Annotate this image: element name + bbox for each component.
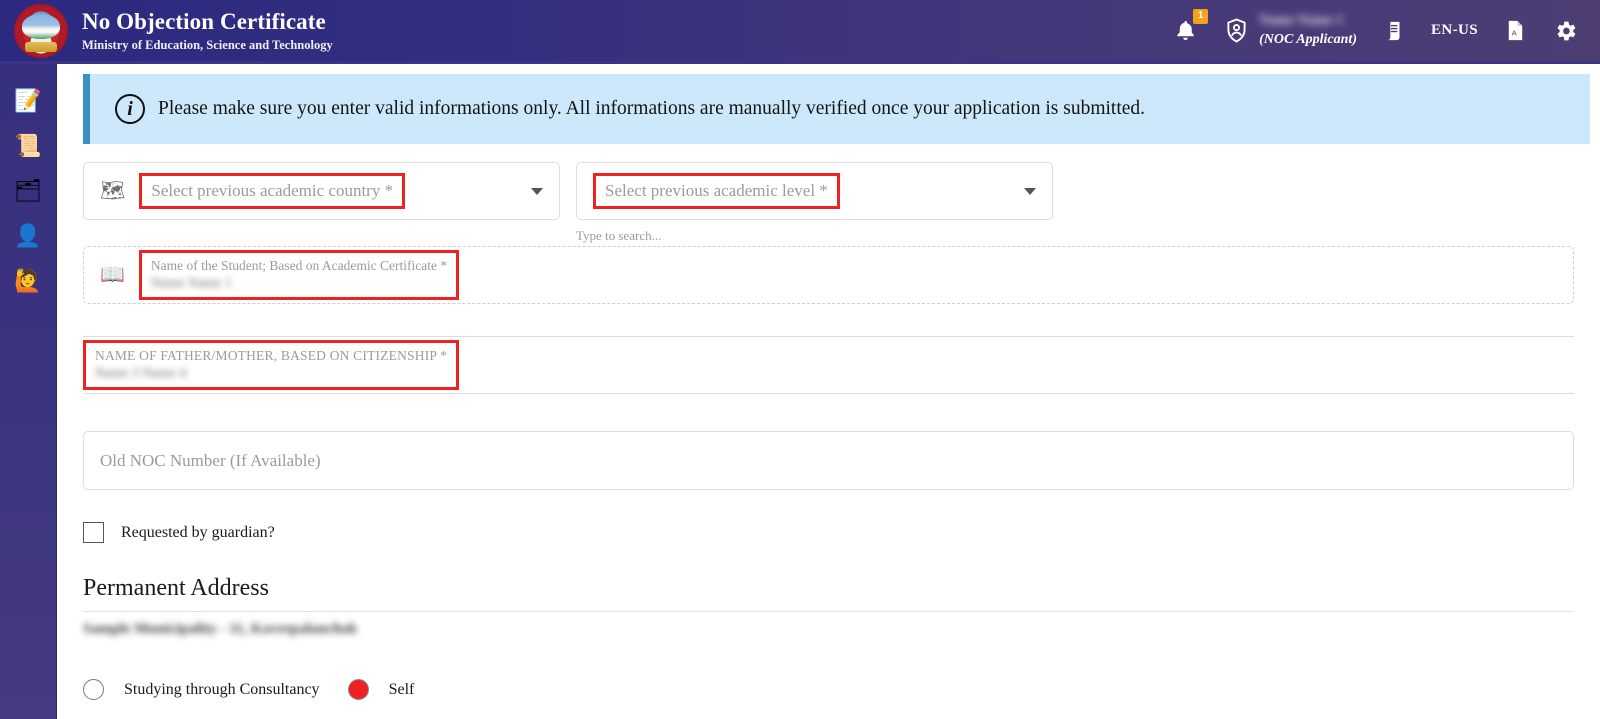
pdf-download-button[interactable]: A xyxy=(1504,18,1527,43)
chevron-down-icon xyxy=(531,187,543,195)
old-noc-placeholder: Old NOC Number (If Available) xyxy=(100,450,321,470)
student-name-field[interactable]: 📖 Name of the Student; Based on Academic… xyxy=(83,246,1574,304)
student-name-highlight: Name of the Student; Based on Academic C… xyxy=(138,250,460,300)
user-identity: Name Name 1 (NOC Applicant) xyxy=(1259,13,1357,47)
sidebar-item-profile[interactable]: 👤 xyxy=(14,225,41,247)
settings-button[interactable] xyxy=(1553,18,1578,44)
sidebar-item-certificates[interactable]: 📜 xyxy=(14,135,41,157)
info-icon: i xyxy=(115,94,145,124)
sidebar-item-documents[interactable]: 🗂 xyxy=(14,180,42,202)
radio-consultancy[interactable] xyxy=(83,679,104,700)
permanent-address-value: Sample Municipality - 11, Kavrepalanchok xyxy=(83,621,358,637)
student-name-label: Name of the Student; Based on Academic C… xyxy=(150,258,448,273)
country-placeholder: Select previous academic country * xyxy=(151,181,394,200)
study-mode-radio-group: Studying through Consultancy Self xyxy=(57,679,1600,700)
parent-name-row: NAME OF FATHER/MOTHER, BASED ON CITIZENS… xyxy=(57,336,1600,394)
guardian-checkbox-label: Requested by guardian? xyxy=(121,523,275,541)
chevron-down-icon xyxy=(1024,187,1036,195)
radio-self[interactable] xyxy=(347,679,369,700)
gear-icon xyxy=(1557,21,1576,40)
divider xyxy=(83,611,1574,612)
level-highlight: Select previous academic level * xyxy=(593,173,840,209)
header-actions: 1 Name Name 1 (NOC Applicant) EN-US A xyxy=(1174,9,1582,47)
user-name: Name Name 1 xyxy=(1259,13,1344,29)
language-selector[interactable]: EN-US xyxy=(1431,22,1478,39)
map-icon: 🗺 xyxy=(100,180,126,202)
parent-name-highlight: NAME OF FATHER/MOTHER, BASED ON CITIZENS… xyxy=(83,340,460,390)
guardian-checkbox-row[interactable]: Requested by guardian? xyxy=(57,522,1600,543)
info-banner-message: Please make sure you enter valid informa… xyxy=(158,98,1146,119)
notification-badge: 1 xyxy=(1193,9,1209,24)
brand: No Objection Certificate Ministry of Edu… xyxy=(14,3,333,58)
user-role: (NOC Applicant) xyxy=(1259,31,1357,47)
page-title: No Objection Certificate xyxy=(82,8,326,34)
level-helper-text: Type to search... xyxy=(576,228,662,243)
guardian-checkbox[interactable] xyxy=(83,522,104,543)
parent-name-value: Name 3 Name 4 xyxy=(95,366,187,381)
pdf-file-icon: A xyxy=(1508,20,1523,41)
documents-button[interactable] xyxy=(1383,19,1405,43)
parent-name-label: NAME OF FATHER/MOTHER, BASED ON CITIZENS… xyxy=(95,348,448,363)
student-name-value: Name Name 1 xyxy=(150,276,232,291)
previous-academic-level-select[interactable]: Select previous academic level * xyxy=(576,162,1053,220)
radio-self-label: Self xyxy=(388,680,415,698)
shield-user-icon xyxy=(1227,18,1246,43)
brand-text: No Objection Certificate Ministry of Edu… xyxy=(82,9,333,53)
permanent-address-title: Permanent Address xyxy=(83,575,269,601)
level-placeholder: Select previous academic level * xyxy=(605,181,828,200)
main-content: i Please make sure you enter valid infor… xyxy=(57,67,1600,719)
sidebar-item-help[interactable]: 🙋 xyxy=(14,270,41,292)
svg-text:A: A xyxy=(1512,28,1518,37)
parent-name-field[interactable]: NAME OF FATHER/MOTHER, BASED ON CITIZENS… xyxy=(83,336,1574,394)
notifications-button[interactable]: 1 xyxy=(1174,9,1209,43)
old-noc-input[interactable]: Old NOC Number (If Available) xyxy=(83,431,1574,490)
sidebar: 📝 📜 🗂 👤 🙋 xyxy=(0,64,57,719)
country-highlight: Select previous academic country * xyxy=(139,173,406,209)
radio-consultancy-label: Studying through Consultancy xyxy=(124,680,320,698)
info-banner: i Please make sure you enter valid infor… xyxy=(83,74,1590,144)
student-name-row: 📖 Name of the Student; Based on Academic… xyxy=(57,246,1600,304)
scroll-document-icon xyxy=(1387,21,1400,40)
academic-selects-row: 🗺 Select previous academic country * Sel… xyxy=(57,162,1600,244)
previous-academic-country-select[interactable]: 🗺 Select previous academic country * xyxy=(83,162,560,220)
old-noc-row: Old NOC Number (If Available) xyxy=(57,431,1600,490)
app-header: No Objection Certificate Ministry of Edu… xyxy=(0,0,1600,64)
ministry-subtitle: Ministry of Education, Science and Techn… xyxy=(82,38,333,53)
user-menu[interactable]: Name Name 1 (NOC Applicant) xyxy=(1223,13,1357,47)
nepal-government-emblem-icon xyxy=(14,3,68,58)
book-icon: 📖 xyxy=(100,264,125,286)
sidebar-item-new-application[interactable]: 📝 xyxy=(14,90,41,112)
